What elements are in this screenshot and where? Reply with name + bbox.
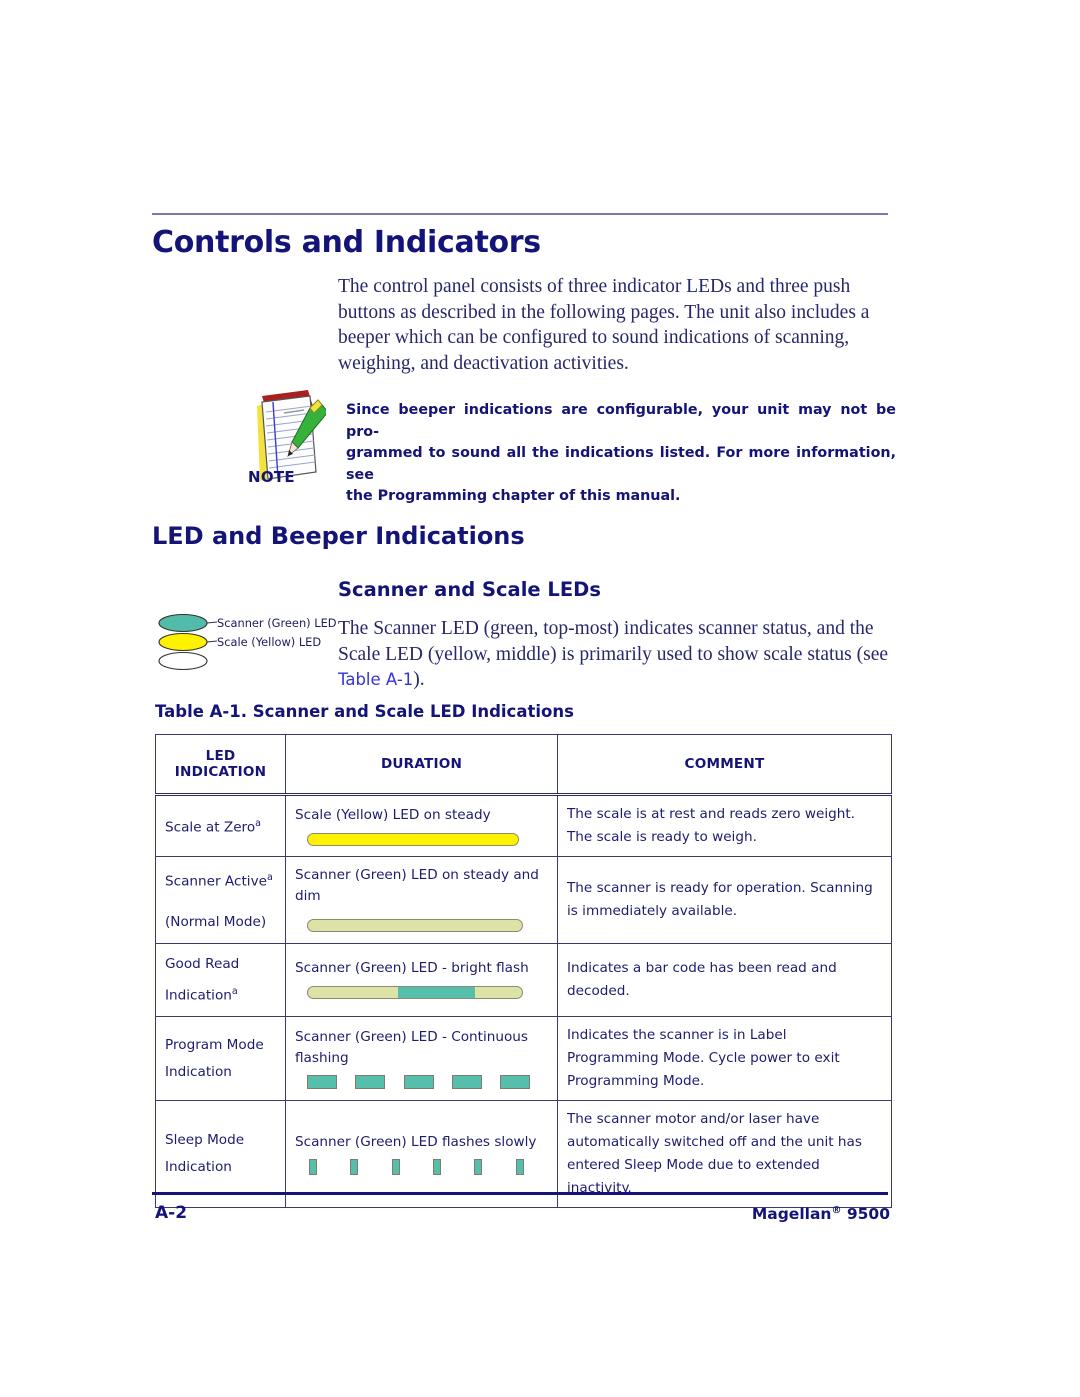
led-graphic-dots — [295, 1158, 548, 1177]
note-line-3: the Programming chapter of this manual. — [346, 488, 681, 504]
table-row: Scale at Zeroa Scale (Yellow) LED on ste… — [155, 794, 892, 857]
note-line-1: Since beeper indications are configurabl… — [346, 402, 896, 440]
footnote-marker: a — [255, 818, 261, 830]
section-heading-led-beeper: LED and Beeper Indications — [152, 522, 525, 550]
table-row: Program Mode Indication Scanner (Green) … — [155, 1016, 892, 1102]
slow-flash-dot — [309, 1158, 317, 1175]
slow-flash-dot — [432, 1158, 441, 1175]
led-indications-table: LED INDICATION DURATION COMMENT Scale at… — [155, 734, 892, 1209]
led-indication-line1: Good Read — [165, 955, 240, 972]
footnote-marker: a — [231, 985, 238, 997]
column-header-led-indication: LED INDICATION — [155, 734, 286, 796]
duration-text: Scanner (Green) LED flashes slowly — [295, 1133, 537, 1150]
scanner-green-led-label: Scanner (Green) LED — [217, 616, 337, 630]
led-indication-line2-text: Indication — [165, 987, 232, 1004]
table-header-row: LED INDICATION DURATION COMMENT — [155, 734, 892, 796]
cell-duration: Scanner (Green) LED on steady and dim — [285, 856, 558, 944]
column-header-led-line1: LED — [205, 748, 236, 764]
led-indication-line2: Indication — [165, 1063, 232, 1080]
flash-block — [451, 1074, 482, 1089]
intro-paragraph: The control panel consists of three indi… — [338, 276, 870, 374]
note-label: NOTE — [248, 468, 295, 486]
document-page: Controls and Indicators The control pane… — [0, 0, 1080, 1397]
led-indication-line2: Indication — [165, 1159, 232, 1176]
scale-yellow-led-label: Scale (Yellow) LED — [217, 635, 322, 649]
led-graphic-blocks — [295, 1074, 548, 1091]
duration-text: Scanner (Green) LED - bright flash — [295, 960, 529, 977]
scanner-green-led-icon — [158, 613, 208, 633]
led-indication-line1: Scale at Zero — [165, 819, 256, 836]
cell-comment: The scanner is ready for operation. Scan… — [557, 856, 892, 944]
cell-led-indication: Scale at Zeroa — [155, 794, 286, 857]
cell-duration: Scanner (Green) LED - Continuous flashin… — [285, 1016, 558, 1102]
flash-block — [403, 1074, 434, 1089]
led-graphic-bar-dim — [295, 919, 548, 934]
led-indication-line2: (Normal Mode) — [165, 913, 267, 930]
duration-text: Scanner (Green) LED on steady and dim — [295, 867, 539, 905]
cell-led-indication: Good Read Indicationa — [155, 942, 286, 1018]
cell-duration: Scale (Yellow) LED on steady — [285, 794, 558, 857]
bright-flash-segment — [397, 987, 475, 999]
footer-divider — [152, 1192, 888, 1195]
third-led-icon — [158, 651, 208, 671]
slow-flash-dot — [515, 1158, 524, 1175]
column-header-led-line2: INDICATION — [174, 764, 267, 780]
led-indication-line1: Program Mode — [165, 1036, 264, 1053]
column-header-comment: COMMENT — [557, 734, 892, 796]
page-number: A-2 — [155, 1203, 188, 1223]
green-dim-steady-bar — [307, 919, 523, 933]
cell-duration: Scanner (Green) LED - bright flash — [285, 942, 558, 1018]
footer-brand: Magellan — [751, 1205, 832, 1224]
top-divider — [152, 213, 888, 215]
registered-mark-icon: ® — [831, 1205, 842, 1216]
cell-led-indication: Scanner Activea (Normal Mode) — [155, 856, 286, 944]
green-bright-flash-bar — [307, 986, 523, 1000]
footnote-marker: a — [267, 872, 273, 883]
cell-comment: The scale is at rest and reads zero weig… — [557, 794, 892, 857]
paragraph-text-after-link: ). — [413, 669, 425, 690]
table-a1-link[interactable]: Table A-1 — [338, 670, 413, 689]
table-caption: Table A-1. Scanner and Scale LED Indicat… — [155, 702, 574, 721]
page-title: Controls and Indicators — [152, 225, 541, 260]
note-line-2: grammed to sound all the indications lis… — [346, 445, 896, 483]
led-indication-line1: Scanner Active — [165, 873, 267, 890]
cell-comment: Indicates a bar code has been read and d… — [557, 942, 892, 1018]
slow-flash-dot — [350, 1158, 359, 1175]
cell-led-indication: Program Mode Indication — [155, 1016, 286, 1102]
table-row: Good Read Indicationa Scanner (Green) LE… — [155, 942, 892, 1018]
cell-comment: Indicates the scanner is in Label Progra… — [557, 1016, 892, 1102]
footer-model: 9500 — [841, 1205, 890, 1224]
led-graphic-bar-yellow — [295, 832, 548, 848]
led-indication-line1: Sleep Mode — [165, 1132, 245, 1149]
duration-text: Scale (Yellow) LED on steady — [295, 806, 491, 823]
flash-block — [355, 1074, 386, 1089]
table-row: Scanner Activea (Normal Mode) Scanner (G… — [155, 856, 892, 944]
led-indication-line2: Indicationa — [165, 978, 276, 1010]
slow-flash-dot — [474, 1158, 483, 1175]
subsection-heading-scanner-scale: Scanner and Scale LEDs — [338, 578, 601, 601]
slow-flash-dot — [391, 1158, 400, 1175]
led-legend-figure: Scanner (Green) LED Scale (Yellow) LED — [155, 613, 337, 675]
note-text: Since beeper indications are configurabl… — [346, 400, 896, 508]
footer-product-name: Magellan® 9500 — [752, 1205, 890, 1223]
led-graphic-bar-flash — [295, 986, 548, 1001]
column-header-duration: DURATION — [285, 734, 558, 796]
scale-yellow-led-icon — [158, 632, 208, 652]
duration-text: Scanner (Green) LED - Continuous flashin… — [295, 1028, 528, 1066]
flash-block — [500, 1074, 531, 1089]
flash-block — [307, 1074, 337, 1089]
scanner-scale-paragraph: The Scanner LED (green, top-most) indica… — [338, 616, 910, 693]
yellow-steady-bar — [307, 832, 519, 846]
paragraph-text-before-link: The Scanner LED (green, top-most) indica… — [338, 618, 889, 665]
